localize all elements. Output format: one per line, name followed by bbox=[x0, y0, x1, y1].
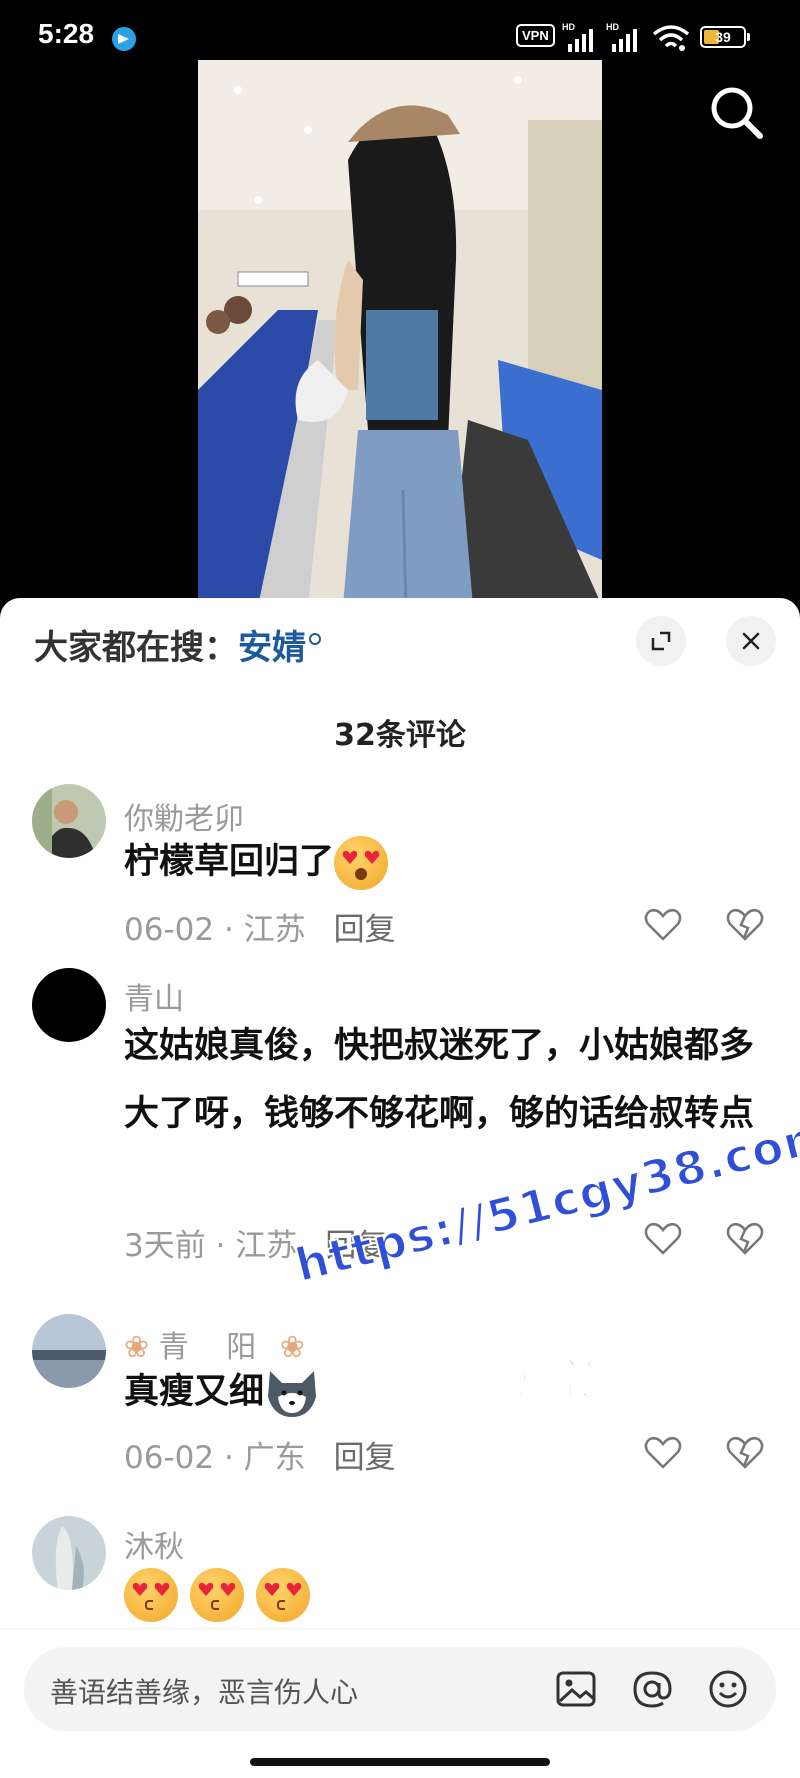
search-icon[interactable] bbox=[702, 78, 772, 148]
search-icon-small bbox=[309, 633, 321, 645]
expand-button[interactable] bbox=[636, 616, 686, 666]
comment-input-placeholder: 善语结善缘，恶言伤人心 bbox=[50, 1676, 359, 1709]
avatar[interactable] bbox=[32, 968, 106, 1042]
dislike-icon[interactable] bbox=[726, 908, 764, 942]
reply-button[interactable]: 回复 bbox=[334, 1440, 396, 1476]
comment-meta: 06-02 · 广东 回复 bbox=[124, 1440, 396, 1476]
signal-icon: HD bbox=[562, 22, 602, 52]
comment-item: 沐秋 bbox=[0, 1516, 800, 1636]
battery-icon: 39 bbox=[700, 26, 750, 48]
comment-meta: 06-02 · 江苏 回复 bbox=[124, 912, 396, 948]
status-bar: 5:28 VPN HD HD 39 bbox=[0, 0, 800, 66]
avatar[interactable] bbox=[32, 1516, 106, 1590]
dislike-icon[interactable] bbox=[726, 1222, 764, 1256]
heart-eyes-emoji bbox=[334, 836, 389, 890]
comment-text bbox=[124, 1560, 764, 1628]
video-player[interactable] bbox=[0, 60, 800, 606]
avatar[interactable] bbox=[32, 784, 106, 858]
dislike-icon[interactable] bbox=[726, 1436, 764, 1470]
kissing-heart-eyes-emoji bbox=[190, 1568, 245, 1622]
comment-text: 柠檬草回归了 bbox=[124, 828, 764, 896]
mention-icon[interactable] bbox=[628, 1665, 676, 1713]
avatar[interactable] bbox=[32, 1314, 106, 1388]
signal-icon-2: HD bbox=[606, 22, 646, 52]
wifi-icon bbox=[652, 25, 690, 51]
video-scene-image bbox=[198, 60, 602, 606]
status-time: 5:28 bbox=[38, 18, 95, 49]
kissing-heart-eyes-emoji bbox=[256, 1568, 311, 1622]
like-icon[interactable] bbox=[644, 1436, 682, 1470]
reply-button[interactable]: 回复 bbox=[334, 912, 396, 948]
expand-icon bbox=[651, 631, 671, 651]
trending-prefix: 大家都在搜： bbox=[34, 628, 238, 668]
vpn-badge: VPN bbox=[516, 24, 555, 47]
comment-item: 你勦老卯 柠檬草回归了 06-02 · 江苏 回复 bbox=[0, 784, 800, 964]
like-icon[interactable] bbox=[644, 1222, 682, 1256]
wolf-emoji bbox=[268, 1371, 317, 1417]
like-icon[interactable] bbox=[644, 908, 682, 942]
emoji-icon[interactable] bbox=[704, 1665, 752, 1713]
comment-text: 这姑娘真俊，快把叔迷死了，小姑娘都多大了呀，钱够不够花啊，够的话给叔转点 bbox=[124, 1026, 755, 1134]
home-indicator[interactable] bbox=[250, 1758, 550, 1766]
close-button[interactable] bbox=[726, 616, 776, 666]
telegram-icon bbox=[112, 27, 136, 51]
comment-count: 32条评论 bbox=[334, 718, 466, 753]
trending-keyword[interactable]: 安婧 bbox=[238, 628, 306, 668]
close-icon bbox=[742, 632, 760, 650]
kissing-heart-eyes-emoji bbox=[124, 1568, 178, 1622]
image-icon[interactable] bbox=[552, 1665, 600, 1713]
comment-input[interactable]: 善语结善缘，恶言伤人心 bbox=[24, 1647, 776, 1731]
comment-input-bar: 善语结善缘，恶言伤人心 bbox=[0, 1628, 800, 1778]
video-frame bbox=[198, 60, 602, 606]
trending-search[interactable]: 大家都在搜：安婧 bbox=[34, 620, 321, 669]
